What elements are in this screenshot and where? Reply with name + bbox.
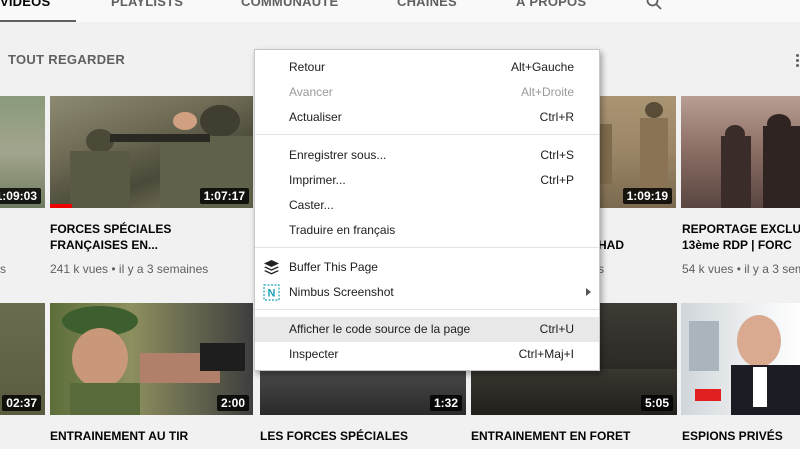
buffer-icon <box>264 260 279 275</box>
video-duration: 1:32 <box>429 395 462 411</box>
video-title[interactable]: FRANÇAISES EN... <box>50 237 158 253</box>
tab-channels[interactable]: CHAÎNES <box>397 0 457 9</box>
video-duration: 2:00 <box>216 395 249 411</box>
menu-divider <box>255 134 599 135</box>
video-thumbnail[interactable]: 1:09:03 <box>0 96 45 208</box>
svg-text:N: N <box>268 288 276 300</box>
video-thumbnail[interactable]: 2:00 <box>50 303 253 415</box>
search-icon[interactable] <box>646 0 662 10</box>
man-portrait-image <box>689 315 800 415</box>
video-title[interactable]: ESPIONS PRIVÉS <box>682 428 783 444</box>
video-title[interactable]: HAD <box>598 237 624 253</box>
menu-item-inspect[interactable]: Inspecter Ctrl+Maj+I <box>255 342 599 367</box>
submenu-arrow-icon <box>586 288 591 296</box>
menu-item-cast[interactable]: Caster... <box>255 193 599 218</box>
video-thumbnail[interactable]: 5:05 <box>471 369 677 415</box>
menu-item-buffer[interactable]: Buffer This Page <box>255 255 599 280</box>
active-tab-indicator <box>0 20 76 22</box>
video-title[interactable]: ENTRAINEMENT EN FORET <box>471 428 630 444</box>
menu-divider <box>255 247 599 248</box>
video-title[interactable]: 13ème RDP | FORC <box>682 237 792 253</box>
video-duration: 1:07:17 <box>199 188 249 204</box>
tab-about[interactable]: À PROPOS <box>516 0 586 9</box>
tab-playlists[interactable]: PLAYLISTS <box>111 0 183 9</box>
menu-item-view-source[interactable]: Afficher le code source de la page Ctrl+… <box>255 317 599 342</box>
soldiers-silhouette-image <box>721 114 800 208</box>
video-title[interactable]: ENTRAINEMENT AU TIR <box>50 428 188 444</box>
channel-tab-bar: VIDÉOS PLAYLISTS COMMUNAUTÉ CHAÎNES À PR… <box>0 0 800 22</box>
video-title[interactable]: LES FORCES SPÉCIALES <box>260 428 408 444</box>
tab-community[interactable]: COMMUNAUTÉ <box>241 0 338 9</box>
video-meta: s <box>0 262 6 276</box>
tab-videos[interactable]: VIDÉOS <box>0 0 50 9</box>
video-thumbnail[interactable]: 1:32 <box>260 369 466 415</box>
video-thumbnail[interactable] <box>681 96 800 208</box>
menu-item-nimbus[interactable]: N Nimbus Screenshot <box>255 280 599 305</box>
watch-progress-bar <box>50 204 72 208</box>
menu-item-translate[interactable]: Traduire en français <box>255 218 599 243</box>
video-title[interactable]: FORCES SPÉCIALES <box>50 221 171 237</box>
video-duration: 1:09:19 <box>622 188 672 204</box>
menu-divider <box>255 309 599 310</box>
menu-item-reload[interactable]: Actualiser Ctrl+R <box>255 105 599 130</box>
video-thumbnail[interactable] <box>681 303 800 415</box>
video-meta: 54 k vues • il y a 3 semaines <box>682 262 800 276</box>
video-duration: 5:05 <box>640 395 673 411</box>
nimbus-icon: N <box>263 284 280 301</box>
video-thumbnail[interactable]: 02:37 <box>0 303 45 415</box>
video-duration: 1:09:03 <box>0 188 41 204</box>
video-thumbnail[interactable]: 1:07:17 <box>50 96 253 208</box>
video-thumbnail[interactable]: 1:09:19 <box>598 96 676 208</box>
video-duration: 02:37 <box>2 395 41 411</box>
more-options-icon[interactable] <box>796 54 799 57</box>
menu-item-save-as[interactable]: Enregistrer sous... Ctrl+S <box>255 143 599 168</box>
context-menu: Retour Alt+Gauche Avancer Alt+Droite Act… <box>254 49 600 371</box>
menu-item-back[interactable]: Retour Alt+Gauche <box>255 55 599 80</box>
video-thumbnail-top[interactable] <box>598 303 677 369</box>
menu-item-forward[interactable]: Avancer Alt+Droite <box>255 80 599 105</box>
menu-item-print[interactable]: Imprimer... Ctrl+P <box>255 168 599 193</box>
video-title[interactable]: REPORTAGE EXCLU <box>682 221 800 237</box>
video-meta: 241 k vues • il y a 3 semaines <box>50 262 209 276</box>
section-title[interactable]: TOUT REGARDER <box>8 52 125 67</box>
